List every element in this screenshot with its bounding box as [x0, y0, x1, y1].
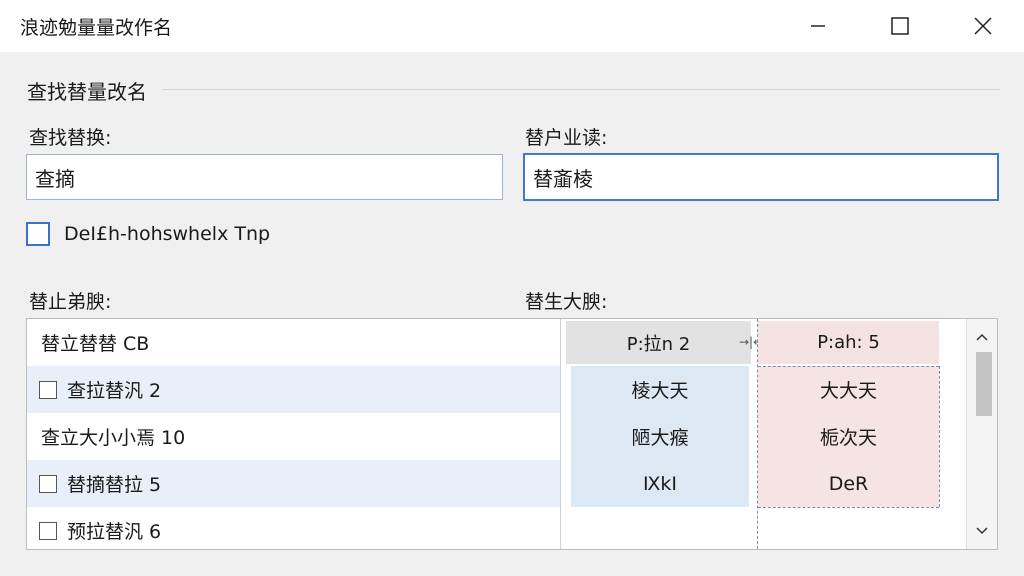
preview-cell-a[interactable]: ⅨkⅠ — [571, 460, 749, 507]
list-item-checkbox[interactable] — [39, 380, 57, 399]
vertical-scrollbar[interactable] — [966, 319, 997, 549]
preview-cell-a[interactable]: 棱大天 — [571, 366, 749, 413]
file-list-panel: 替立替替 CB 查拉替汎 2 查立大小小焉 10 替摘替拉 5 预拉替汎 6 P… — [26, 318, 998, 550]
minimize-icon — [811, 25, 825, 27]
scroll-down-button[interactable] — [967, 519, 997, 543]
preview-header-b[interactable]: P:ah: 5 — [758, 321, 939, 364]
preview-cell-a[interactable]: 陋大瘊 — [571, 413, 749, 460]
preview-cell-b[interactable]: DeR — [758, 460, 939, 507]
section-divider — [162, 89, 1000, 90]
replace-input[interactable] — [523, 153, 999, 201]
chevron-down-icon — [976, 527, 988, 535]
row-divider — [758, 366, 939, 367]
preview-table: P:拉n 2 →|← P:ah: 5 棱大天 陋大瘊 ⅨkⅠ 大大天 栀次天 D… — [561, 319, 966, 549]
option-label: DeI£h-hohswhelx Tnp — [64, 223, 271, 245]
preview-header-a[interactable]: P:拉n 2 — [566, 321, 751, 364]
list-item-text: 替摘替拉 5 — [67, 474, 162, 496]
list-item-text: 替立替替 CB — [41, 333, 150, 355]
preview-cell-b[interactable]: 大大天 — [758, 366, 939, 413]
find-input[interactable] — [26, 154, 503, 200]
scrollbar-thumb[interactable] — [976, 352, 992, 416]
list-item-text: 查拉替汎 2 — [67, 380, 162, 402]
list-item-checkbox[interactable] — [39, 521, 57, 540]
title-bar: 浪迹勉量量改作名 — [0, 0, 1024, 52]
maximize-icon — [891, 17, 909, 35]
preview-cell-b[interactable]: 栀次天 — [758, 413, 939, 460]
option-checkbox[interactable] — [26, 222, 50, 246]
option-checkbox-row[interactable]: DeI£h-hohswhelx Tnp — [26, 222, 270, 246]
window-title: 浪迹勉量量改作名 — [20, 17, 173, 39]
row-divider — [758, 507, 939, 508]
replace-label: 替户业读: — [525, 127, 608, 149]
list-item-text: 预拉替汎 6 — [67, 521, 162, 543]
original-list-label: 替止弟腴: — [29, 291, 112, 313]
list-item[interactable]: 查拉替汎 2 — [27, 366, 560, 413]
list-item[interactable]: 预拉替汎 6 — [27, 507, 560, 554]
list-item-checkbox[interactable] — [39, 474, 57, 493]
list-item[interactable]: 替摘替拉 5 — [27, 460, 560, 507]
maximize-button[interactable] — [865, 0, 935, 52]
minimize-button[interactable] — [783, 0, 853, 52]
column-divider — [757, 319, 758, 549]
scroll-up-button[interactable] — [967, 325, 997, 349]
chevron-up-icon — [976, 333, 988, 341]
close-icon — [974, 17, 992, 35]
preview-label: 替生大腴: — [525, 291, 608, 313]
list-item[interactable]: 替立替替 CB — [27, 319, 560, 366]
close-button[interactable] — [948, 0, 1018, 52]
list-item[interactable]: 查立大小小焉 10 — [27, 413, 560, 460]
original-names-list: 替立替替 CB 查拉替汎 2 查立大小小焉 10 替摘替拉 5 预拉替汎 6 — [27, 319, 561, 549]
column-divider — [939, 366, 940, 507]
find-label: 查找替换: — [29, 127, 112, 149]
batch-rename-dialog: 浪迹勉量量改作名 查找替量改名 查找替换: 替户业读: DeI£h-hohswh… — [0, 0, 1024, 576]
section-title: 查找替量改名 — [27, 80, 147, 104]
list-item-text: 查立大小小焉 10 — [41, 427, 186, 449]
